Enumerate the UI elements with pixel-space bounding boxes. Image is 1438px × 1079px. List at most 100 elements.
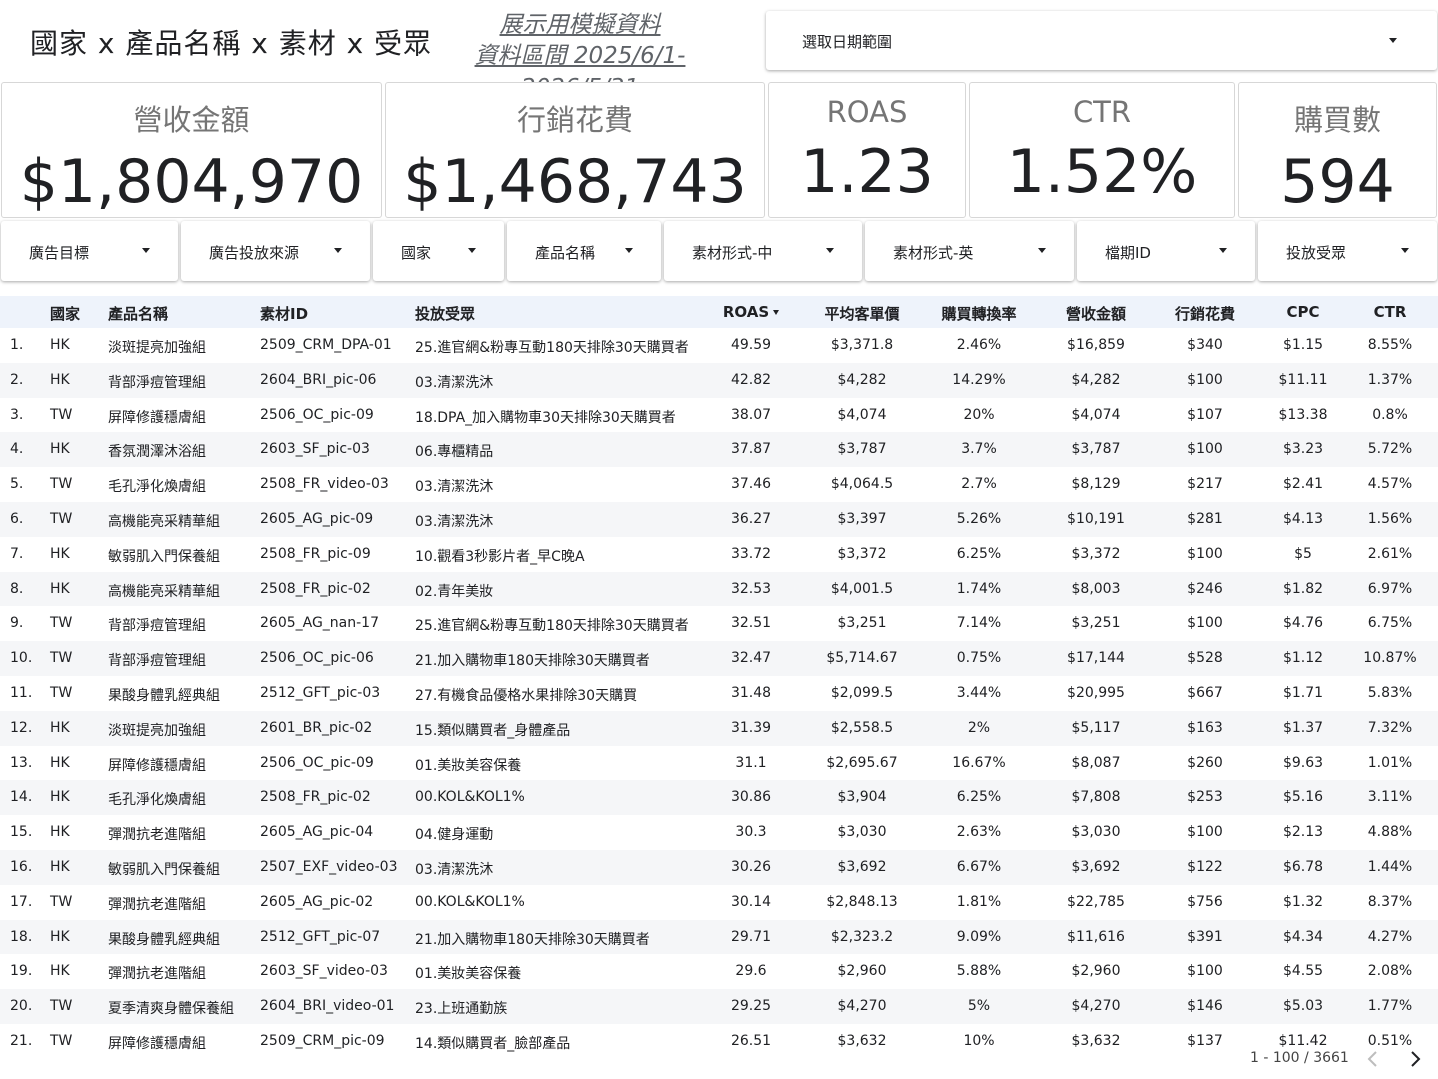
cell-spend: $246 [1187, 580, 1223, 597]
cell-roas: 31.39 [730, 719, 772, 736]
cell-country: TW [50, 510, 73, 527]
table-row[interactable]: 10. TW 背部淨痘管理組 2506_OC_pic-06 21.加入購物車180天排除… [0, 641, 1438, 676]
table-row[interactable]: 8. HK 高機能亮采精華組 2508_FR_pic-02 02.青年美妝 32.53 $4… [0, 571, 1438, 607]
cell-roas: 33.72 [730, 545, 772, 562]
table-row[interactable]: 3. TW 屏障修護穩膚組 2506_OC_pic-09 18.DPA_加入購物車30天… [0, 398, 1438, 433]
filter-audience[interactable]: 投放受眾 [1258, 221, 1437, 281]
page-title: 國家 x 產品名稱 x 素材 x 受眾 [30, 27, 433, 60]
cell-creative-id: 2605_AG_pic-02 [260, 893, 374, 910]
cell-revenue: $3,787 [1071, 441, 1121, 458]
cell-creative-id: 2509_CRM_DPA-01 [260, 337, 392, 353]
cell-revenue: $4,074 [1071, 406, 1121, 423]
cell-cpc: $2.41 [1282, 476, 1324, 493]
kpi-value: 1.23 [800, 137, 934, 207]
cell-product: 淡斑提亮加強組 [108, 722, 206, 739]
cell-cpc: $2.13 [1282, 824, 1324, 841]
filter-country[interactable]: 國家 [373, 221, 504, 281]
table-row[interactable]: 14. HK 毛孔淨化煥膚組 2508_FR_pic-02 00.KOL&KOL1% 30… [0, 780, 1438, 816]
cell-cvr: 2.63% [956, 824, 1002, 841]
table-row[interactable]: 4. HK 香氛潤澤沐浴組 2603_SF_pic-03 06.專櫃精品 37.87 $3,… [0, 432, 1438, 468]
column-header-audience[interactable]: 投放受眾 [415, 303, 475, 324]
column-header-aov[interactable]: 平均客單價 [808, 303, 916, 324]
column-header-cpc[interactable]: CPC [1262, 303, 1344, 321]
cell-product: 背部淨痘管理組 [108, 374, 206, 391]
table-row[interactable]: 16. HK 敏弱肌入門保養組 2507_EXF_video-03 03.清潔洗沐 30.… [0, 849, 1438, 885]
table-row[interactable]: 9. TW 背部淨痘管理組 2605_AG_nan-17 25.進官網&粉專互動180天… [0, 606, 1438, 641]
kpi-roas: ROAS 1.23 [768, 82, 966, 218]
cell-country: HK [50, 719, 70, 736]
row-index: 18. [10, 928, 33, 945]
table-row[interactable]: 12. HK 淡斑提亮加強組 2601_BR_pic-02 15.類似購買者_身體產品 3… [0, 710, 1438, 746]
date-range-picker[interactable]: 選取日期範圍 [766, 11, 1437, 70]
cell-creative-id: 2605_AG_pic-09 [260, 510, 374, 527]
cell-product: 高機能亮采精華組 [108, 583, 220, 600]
table-row[interactable]: 11. TW 果酸身體乳經典組 2512_GFT_pic-03 27.有機食品優格水果排… [0, 676, 1438, 711]
table-row[interactable]: 1. HK 淡斑提亮加強組 2509_CRM_DPA-01 25.進官網&粉專互動180… [0, 328, 1438, 363]
cell-ctr: 4.27% [1367, 928, 1413, 945]
cell-product: 高機能亮采精華組 [108, 513, 220, 530]
previous-page-button[interactable] [1362, 1047, 1384, 1071]
cell-revenue: $20,995 [1067, 684, 1125, 701]
cell-creative-id: 2604_BRI_pic-06 [260, 371, 377, 388]
cell-audience: 23.上班通勤族 [415, 1001, 508, 1018]
column-header-country[interactable]: 國家 [50, 303, 80, 324]
cell-ctr: 8.55% [1367, 337, 1413, 353]
column-header-ctr[interactable]: CTR [1352, 303, 1428, 321]
cell-roas: 42.82 [730, 371, 772, 388]
column-header-roas[interactable]: ROAS [706, 303, 796, 321]
table-row[interactable]: 13. HK 屏障修護穩膚組 2506_OC_pic-09 01.美妝美容保養 31.1 $… [0, 746, 1438, 781]
row-index: 9. [10, 615, 24, 632]
cell-country: TW [50, 893, 73, 910]
filter-creative-format-zh[interactable]: 素材形式-中 [664, 221, 862, 281]
filter-label: 廣告目標 [29, 244, 90, 262]
cell-ctr: 5.72% [1367, 441, 1413, 458]
filter-ad-objective[interactable]: 廣告目標 [1, 221, 178, 281]
column-header-cvr[interactable]: 購買轉換率 [932, 303, 1026, 324]
cell-ctr: 6.97% [1367, 580, 1413, 597]
cell-product: 彈潤抗老進階組 [108, 896, 206, 913]
filter-campaign-id[interactable]: 檔期ID [1077, 221, 1255, 281]
table-row[interactable]: 7. HK 敏弱肌入門保養組 2508_FR_pic-09 10.觀看3秒影片者_早C晚… [0, 537, 1438, 572]
row-index: 12. [10, 719, 33, 736]
table-row[interactable]: 20. TW 夏季清爽身體保養組 2604_BRI_video-01 23.上班通勤族 2… [0, 989, 1438, 1024]
cell-aov: $2,099.5 [830, 684, 894, 701]
table-row[interactable]: 19. HK 彈潤抗老進階組 2603_SF_video-03 01.美妝美容保養 29.… [0, 954, 1438, 989]
cell-creative-id: 2512_GFT_pic-07 [260, 928, 381, 945]
cell-ctr: 2.08% [1367, 963, 1413, 980]
cell-product: 屏障修護穩膚組 [108, 1035, 206, 1052]
cell-spend: $100 [1187, 441, 1223, 458]
cell-cvr: 1.81% [956, 893, 1002, 910]
kpi-label: 購買數 [1293, 103, 1381, 137]
table-row[interactable]: 17. TW 彈潤抗老進階組 2605_AG_pic-02 00.KOL&KOL1% 30… [0, 885, 1438, 920]
cell-roas: 49.59 [730, 337, 772, 353]
filter-product[interactable]: 產品名稱 [507, 221, 661, 281]
cell-aov: $4,270 [837, 998, 887, 1015]
table-row[interactable]: 18. HK 果酸身體乳經典組 2512_GFT_pic-07 21.加入購物車180天… [0, 919, 1438, 955]
cell-product: 毛孔淨化煥膚組 [108, 479, 206, 496]
cell-spend: $100 [1187, 963, 1223, 980]
kpi-spend: 行銷花費 $1,468,743 [385, 82, 765, 218]
column-header-product[interactable]: 產品名稱 [108, 303, 168, 324]
table-row[interactable]: 5. TW 毛孔淨化煥膚組 2508_FR_video-03 03.清潔洗沐 37.46 $… [0, 467, 1438, 502]
cell-country: HK [50, 963, 70, 980]
column-header-spend[interactable]: 行銷花費 [1160, 303, 1250, 324]
chevron-left-icon [1367, 1051, 1377, 1067]
cell-product: 夏季清爽身體保養組 [108, 1001, 234, 1018]
table-header: 國家 產品名稱 素材ID 投放受眾 ROAS 平均客單價 購買轉換率 營收金額 … [0, 296, 1438, 328]
table-row[interactable]: 2. HK 背部淨痘管理組 2604_BRI_pic-06 03.清潔洗沐 42.82 $4… [0, 362, 1438, 398]
cell-audience: 25.進官網&粉專互動180天排除30天購買者 [415, 340, 689, 356]
cell-creative-id: 2508_FR_pic-02 [260, 789, 371, 806]
table-row[interactable]: 21. TW 屏障修護穩膚組 2509_CRM_pic-09 14.類似購買者_臉部產品… [0, 1024, 1438, 1059]
column-header-revenue[interactable]: 營收金額 [1044, 303, 1148, 324]
column-header-creative-id[interactable]: 素材ID [260, 303, 308, 324]
cell-audience: 27.有機食品優格水果排除30天購買 [415, 687, 638, 704]
table-row[interactable]: 6. TW 高機能亮采精華組 2605_AG_pic-09 03.清潔洗沐 36.27 $3… [0, 501, 1438, 537]
table-row[interactable]: 15. HK 彈潤抗老進階組 2605_AG_pic-04 04.健身運動 30.3 $3,… [0, 815, 1438, 850]
cell-country: HK [50, 545, 70, 562]
filter-creative-format-en[interactable]: 素材形式-英 [865, 221, 1074, 281]
cell-cvr: 2.7% [961, 476, 997, 493]
next-page-button[interactable] [1404, 1047, 1426, 1071]
filter-ad-source[interactable]: 廣告投放來源 [181, 221, 370, 281]
cell-audience: 01.美妝美容保養 [415, 757, 522, 774]
cell-aov: $3,372 [837, 545, 887, 562]
